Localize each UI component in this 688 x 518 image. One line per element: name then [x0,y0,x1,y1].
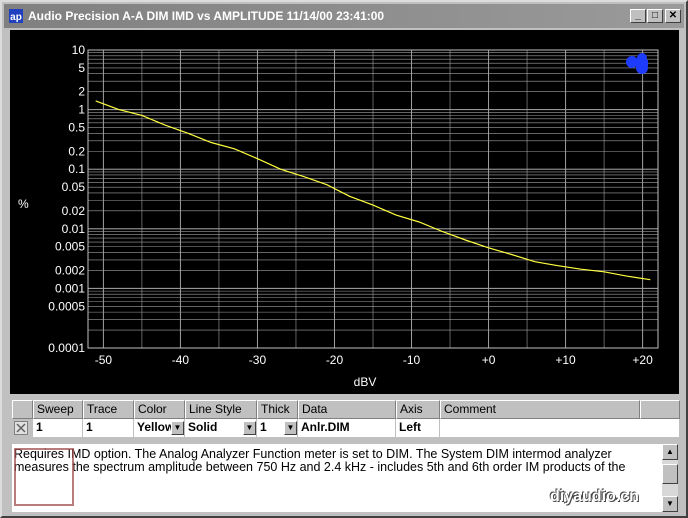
col-comment[interactable]: Comment [440,400,640,419]
title-bar[interactable]: ap Audio Precision A-A DIM IMD vs AMPLIT… [4,4,684,28]
col-data[interactable]: Data [298,400,396,419]
trace-table-header: Sweep Trace Color Line Style Thick Data … [12,400,680,419]
cell-color[interactable]: Yellow ▼ [134,419,185,437]
seal-stamp [14,448,74,506]
x-tick-label: +0 [482,353,496,367]
graph-panel[interactable]: 10 5 2 1 0.5 0.2 0.1 0.05 0.02 0.01 0.005 0.002 0.00… [10,30,679,394]
close-button[interactable]: ✕ [665,9,681,23]
scroll-thumb[interactable] [662,464,678,484]
col-thick[interactable]: Thick [257,400,298,419]
y-tick-label: 0.2 [68,144,85,158]
x-tick-label: -30 [249,353,267,367]
line-style-value: Solid [188,420,218,434]
cell-line-style[interactable]: Solid ▼ [185,419,257,437]
cell-data[interactable]: Anlr.DIM [298,419,396,437]
cell-trace[interactable]: 1 [83,419,134,437]
y-tick-label: 0.005 [55,240,85,254]
ap-logo-icon [626,53,648,74]
y-tick-label: 2 [78,85,85,99]
y-tick-label: 5 [78,61,85,75]
col-axis[interactable]: Axis [396,400,440,419]
thick-dropdown-arrow-icon[interactable]: ▼ [284,421,297,435]
cell-thick[interactable]: 1 ▼ [257,419,298,437]
x-tick-label: -20 [326,353,344,367]
maximize-button[interactable]: □ [647,9,663,23]
cell-comment[interactable] [440,419,680,437]
window-title: Audio Precision A-A DIM IMD vs AMPLITUDE… [28,9,385,23]
y-tick-label: 10 [72,43,86,57]
watermark-text: diyaudio.cn [550,488,639,505]
y-tick-label: 0.0005 [48,299,85,313]
y-axis-label: % [18,197,29,211]
y-tick-label: 0.002 [55,263,85,277]
col-filler [640,400,680,419]
x-tick-label: +20 [632,353,653,367]
y-tick-label: 0.02 [62,204,86,218]
y-tick-label: 0.0001 [48,341,85,355]
line-style-dropdown-arrow-icon[interactable]: ▼ [243,421,256,435]
svg-text:ap: ap [10,12,22,23]
y-tick-label: 0.001 [55,281,85,295]
y-tick-label: 0.1 [68,162,85,176]
trace-row[interactable]: 1 1 Yellow ▼ Solid ▼ 1 ▼ Anlr.DIM Left [12,419,680,437]
y-tick-label: 1 [78,103,85,117]
x-tick-label: -50 [95,353,113,367]
scroll-up-icon[interactable]: ▲ [662,444,678,460]
checkbox-checked-icon [14,421,28,435]
scroll-down-icon[interactable]: ▼ [662,496,678,512]
color-dropdown-arrow-icon[interactable]: ▼ [171,421,184,435]
col-sweep[interactable]: Sweep [33,400,83,419]
row-selector-header [12,400,33,419]
x-tick-label: +10 [555,353,576,367]
app-window: ap Audio Precision A-A DIM IMD vs AMPLIT… [0,0,688,518]
row-checkbox[interactable] [12,419,33,437]
thick-value: 1 [260,420,267,434]
x-axis-label: dBV [354,375,377,389]
app-icon: ap [9,9,23,23]
minimize-button[interactable]: _ [630,9,646,23]
y-tick-label: 0.05 [62,180,86,194]
notes-scrollbar[interactable]: ▲ ▼ [662,444,678,512]
col-trace[interactable]: Trace [83,400,134,419]
y-tick-label: 0.5 [68,121,85,135]
cell-axis[interactable]: Left [396,419,440,437]
y-tick-label: 0.01 [62,222,86,236]
x-tick-label: -10 [403,353,421,367]
cell-sweep[interactable]: 1 [33,419,83,437]
x-tick-label: -40 [172,353,190,367]
col-line-style[interactable]: Line Style [185,400,257,419]
dim-imd-chart[interactable]: 10 5 2 1 0.5 0.2 0.1 0.05 0.02 0.01 0.005 0.002 0.00… [10,30,679,394]
color-value: Yellow [137,420,175,434]
col-color[interactable]: Color [134,400,185,419]
